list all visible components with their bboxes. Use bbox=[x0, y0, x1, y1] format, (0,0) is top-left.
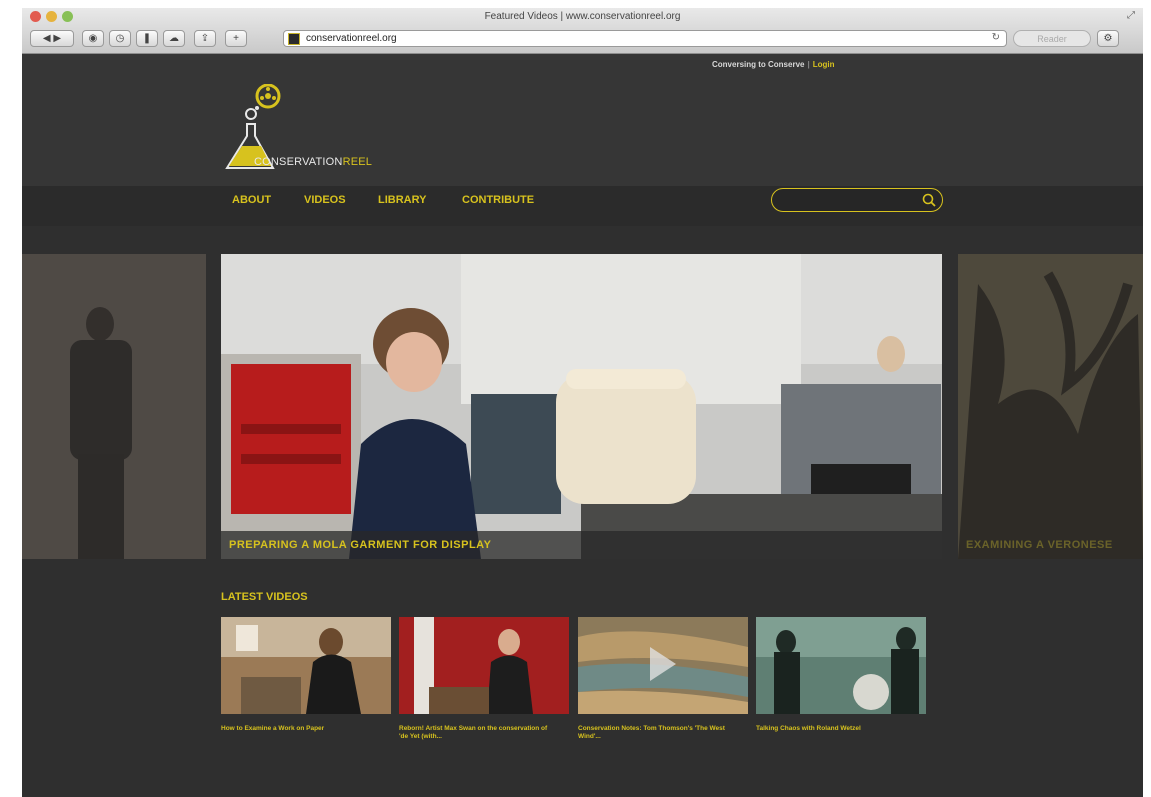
address-url[interactable]: conservationreel.org bbox=[306, 33, 397, 44]
icloud-button[interactable]: ☁ bbox=[163, 30, 185, 47]
video-title-3[interactable]: Conservation Notes: Tom Thomson's 'The W… bbox=[578, 725, 728, 741]
video-thumbnail-3[interactable] bbox=[578, 617, 748, 714]
nav-contribute[interactable]: CONTRIBUTE bbox=[462, 194, 534, 206]
next-slide-image bbox=[958, 254, 1143, 559]
main-slide-image bbox=[221, 254, 942, 559]
main-navbar bbox=[22, 186, 1143, 226]
share-icon: ⇪ bbox=[200, 33, 210, 44]
nav-videos[interactable]: VIDEOS bbox=[304, 194, 346, 206]
tagline-separator: | bbox=[807, 60, 810, 69]
latest-videos-heading: LATEST VIDEOS bbox=[221, 591, 308, 603]
video-thumbnail-4[interactable] bbox=[756, 617, 926, 714]
share-button[interactable]: ◉ bbox=[82, 30, 104, 47]
thumbnail-image-4 bbox=[756, 617, 926, 714]
video-thumbnail-1[interactable] bbox=[221, 617, 391, 714]
carousel-prev-slide[interactable] bbox=[22, 254, 206, 559]
carousel-main-slide[interactable]: PREPARING A MOLA GARMENT FOR DISPLAY bbox=[221, 254, 942, 559]
share-sheet-button[interactable]: ⇪ bbox=[194, 30, 216, 47]
carousel-next-slide[interactable]: EXAMINING A VERONESE bbox=[958, 254, 1143, 559]
nav-library[interactable]: LIBRARY bbox=[378, 194, 426, 206]
browser-window: Featured Videos | www.conservationreel.o… bbox=[22, 8, 1143, 797]
browser-titlebar: Featured Videos | www.conservationreel.o… bbox=[22, 8, 1143, 54]
back-forward-buttons[interactable]: ◀ ▶ bbox=[30, 30, 74, 47]
tagline-text: Conversing to Conserve bbox=[712, 60, 805, 69]
site-favicon-icon bbox=[288, 33, 300, 45]
fullscreen-icon[interactable]: ⤢ bbox=[1127, 10, 1135, 21]
prev-slide-image bbox=[22, 254, 206, 559]
gear-icon: ⚙ bbox=[1103, 33, 1113, 44]
logo-word-conservation: CONSERVATION bbox=[254, 156, 343, 168]
header-tagline-bar: Conversing to Conserve | Login bbox=[712, 60, 835, 69]
search-input[interactable] bbox=[771, 188, 943, 212]
bookmarks-button[interactable]: ❚ bbox=[136, 30, 158, 47]
web-page: Conversing to Conserve | Login CONSERVATIO… bbox=[22, 54, 1143, 797]
search-icon[interactable] bbox=[922, 193, 936, 207]
video-title-4[interactable]: Talking Chaos with Roland Wetzel bbox=[756, 725, 906, 733]
plus-icon: + bbox=[233, 33, 239, 44]
site-header bbox=[22, 54, 1143, 186]
reload-icon[interactable]: ↻ bbox=[992, 32, 1000, 43]
video-title-2[interactable]: Reborn! Artist Max Swan on the conservat… bbox=[399, 725, 549, 741]
address-bar[interactable]: conservationreel.org ↻ bbox=[283, 30, 1007, 47]
nav-about[interactable]: ABOUT bbox=[232, 194, 271, 206]
settings-button[interactable]: ⚙ bbox=[1097, 30, 1119, 47]
next-slide-caption[interactable]: EXAMINING A VERONESE bbox=[966, 539, 1113, 551]
eye-icon: ◉ bbox=[88, 33, 98, 44]
site-logo[interactable]: CONSERVATIONREEL bbox=[221, 83, 431, 176]
main-slide-caption[interactable]: PREPARING A MOLA GARMENT FOR DISPLAY bbox=[229, 539, 491, 551]
video-title-1[interactable]: How to Examine a Work on Paper bbox=[221, 725, 371, 733]
thumbnail-image-3 bbox=[578, 617, 748, 714]
logo-wordmark: CONSERVATIONREEL bbox=[254, 156, 372, 168]
login-link[interactable]: Login bbox=[813, 60, 835, 69]
new-tab-button[interactable]: + bbox=[225, 30, 247, 47]
cloud-icon: ☁ bbox=[169, 33, 179, 44]
thumbnail-image-1 bbox=[221, 617, 391, 714]
back-arrow-icon[interactable]: ◀ bbox=[43, 33, 51, 44]
logo-word-reel: REEL bbox=[342, 156, 373, 168]
reader-button[interactable]: Reader bbox=[1013, 30, 1091, 47]
video-thumbnail-2[interactable] bbox=[399, 617, 569, 714]
history-button[interactable]: ◷ bbox=[109, 30, 131, 47]
book-icon: ❚ bbox=[142, 33, 152, 44]
window-title: Featured Videos | www.conservationreel.o… bbox=[484, 11, 681, 22]
forward-arrow-icon[interactable]: ▶ bbox=[53, 33, 61, 44]
clock-icon: ◷ bbox=[115, 33, 125, 44]
thumbnail-image-2 bbox=[399, 617, 569, 714]
